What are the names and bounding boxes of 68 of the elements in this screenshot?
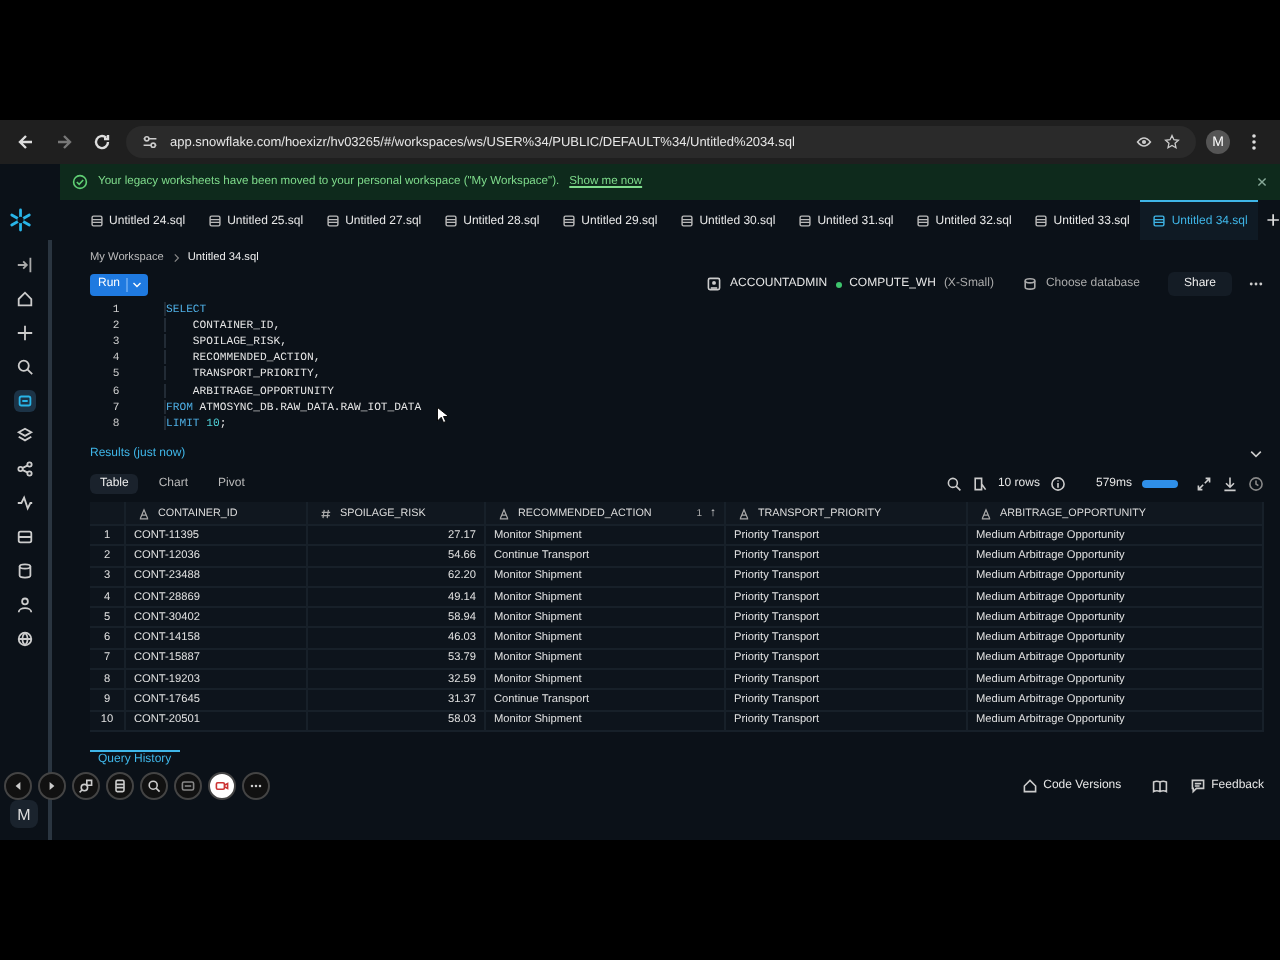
check-circle-icon (72, 174, 88, 190)
captions-button[interactable] (174, 771, 202, 800)
sheet-icon (89, 214, 104, 228)
info-icon[interactable] (1049, 475, 1066, 491)
captions-icon (180, 777, 196, 794)
sheet-icon (797, 214, 812, 228)
search-icon (146, 777, 162, 794)
previous-icon (10, 777, 26, 794)
search-button[interactable] (140, 771, 168, 800)
plus-icon[interactable] (13, 322, 35, 344)
home-icon (1021, 777, 1038, 794)
role-icon (706, 276, 723, 292)
camera-button[interactable] (208, 771, 236, 800)
sheet-icon (1151, 214, 1166, 228)
duration-bar (1142, 479, 1178, 487)
zoom-icon (78, 777, 94, 794)
chevron-icon (171, 252, 180, 264)
sheet-icon (1033, 214, 1048, 228)
text-type-icon (498, 507, 510, 519)
feedback-icon (1189, 777, 1206, 794)
previous-button[interactable] (4, 771, 32, 800)
next-icon (44, 777, 60, 794)
clock-icon[interactable] (1248, 475, 1264, 491)
add-tab-icon[interactable] (1265, 212, 1280, 228)
sheet-icon (679, 214, 694, 228)
globe-icon[interactable] (13, 628, 35, 650)
sheet-icon (325, 214, 340, 228)
zoom-button[interactable] (72, 771, 100, 800)
search-icon[interactable] (945, 475, 962, 491)
forward-icon[interactable] (54, 132, 74, 152)
slides-button[interactable] (106, 771, 134, 800)
text-type-icon (138, 507, 150, 519)
layers-icon[interactable] (13, 424, 35, 446)
sheet-icon (207, 214, 222, 228)
download-icon[interactable] (1222, 475, 1238, 491)
sheet-icon (915, 214, 930, 228)
workspace-icon[interactable] (13, 390, 35, 412)
sheet-icon (443, 214, 458, 228)
star-icon[interactable] (1164, 134, 1180, 150)
close-icon[interactable] (1256, 176, 1268, 188)
text-type-icon (738, 507, 750, 519)
monitor-icon[interactable] (13, 526, 35, 548)
reload-icon[interactable] (92, 132, 112, 152)
book-icon[interactable] (1151, 777, 1168, 794)
eye-icon[interactable] (1136, 134, 1152, 150)
column-filter-icon[interactable] (971, 475, 988, 491)
expand-icon[interactable] (1196, 475, 1212, 491)
mouse-cursor-icon (436, 406, 448, 424)
chevron-down-icon[interactable] (1248, 446, 1264, 462)
home-icon[interactable] (13, 288, 35, 310)
database-icon[interactable] (13, 560, 35, 582)
activity-icon[interactable] (13, 492, 35, 514)
share-icon[interactable] (13, 458, 35, 480)
status-dot (835, 281, 842, 287)
snowflake-logo-icon[interactable] (8, 206, 34, 234)
number-type-icon (320, 507, 332, 519)
search-icon[interactable] (13, 356, 35, 378)
back-icon[interactable] (16, 132, 36, 152)
user-avatar[interactable]: M (10, 800, 38, 828)
database-icon (1021, 276, 1038, 292)
slides-icon (112, 777, 128, 794)
collapse-icon[interactable] (13, 254, 35, 276)
site-settings-icon[interactable] (142, 134, 158, 150)
sheet-icon (561, 214, 576, 228)
camera-icon (214, 777, 230, 794)
text-type-icon (980, 507, 992, 519)
caret-icon (126, 277, 145, 291)
users-icon[interactable] (13, 594, 35, 616)
